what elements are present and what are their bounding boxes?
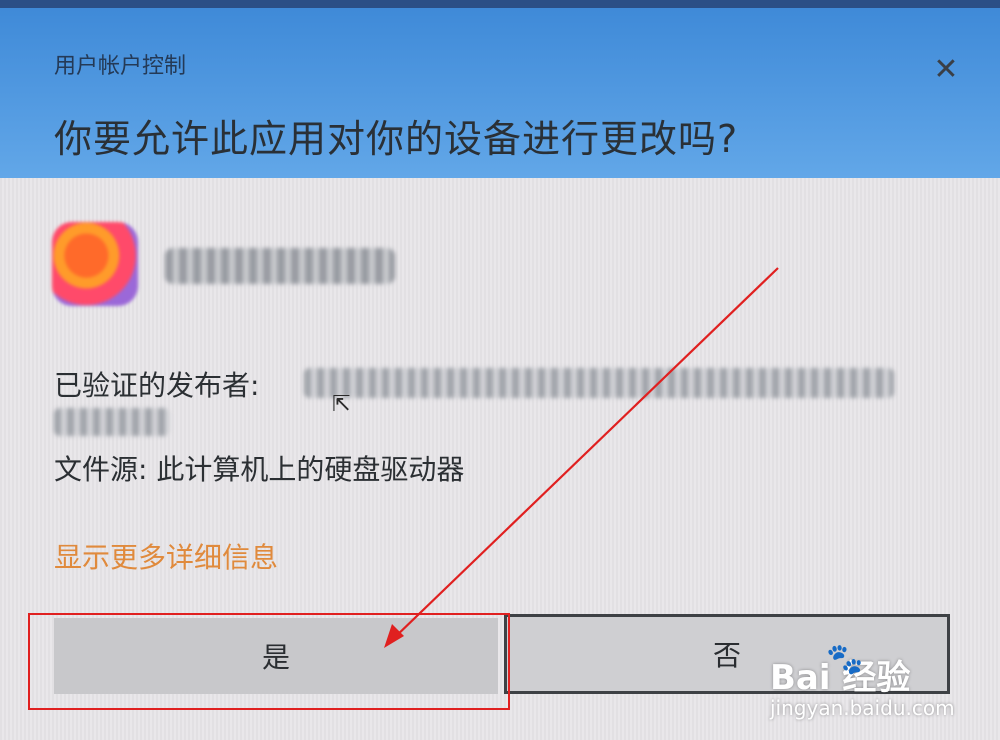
window-top-edge (0, 0, 1000, 8)
show-more-details-link[interactable]: 显示更多详细信息 (54, 536, 278, 576)
prompt-question: 你要允许此应用对你的设备进行更改吗? (54, 117, 739, 161)
file-source-label: 文件源: (54, 453, 148, 486)
app-name-blurred (165, 248, 395, 284)
window-title: 用户帐户控制 (54, 54, 187, 79)
file-source-row: 文件源: 此计算机上的硬盘驱动器 (54, 448, 464, 488)
app-icon (52, 222, 138, 306)
close-icon[interactable]: ✕ (926, 52, 966, 92)
publisher-value-blurred (304, 368, 894, 398)
baidu-watermark-url: jingyan.baidu.com (770, 696, 955, 720)
annotation-highlight-box (28, 613, 510, 710)
mouse-cursor-icon: ⇱ (332, 392, 351, 417)
publisher-label: 已验证的发布者: (54, 369, 260, 402)
file-source-value: 此计算机上的硬盘驱动器 (156, 453, 465, 486)
dialog-header: 用户帐户控制 ✕ 你要允许此应用对你的设备进行更改吗? (0, 8, 1000, 178)
baidu-paw-icon: 🐾 (826, 642, 864, 677)
publisher-value-blurred-line2 (54, 408, 170, 436)
